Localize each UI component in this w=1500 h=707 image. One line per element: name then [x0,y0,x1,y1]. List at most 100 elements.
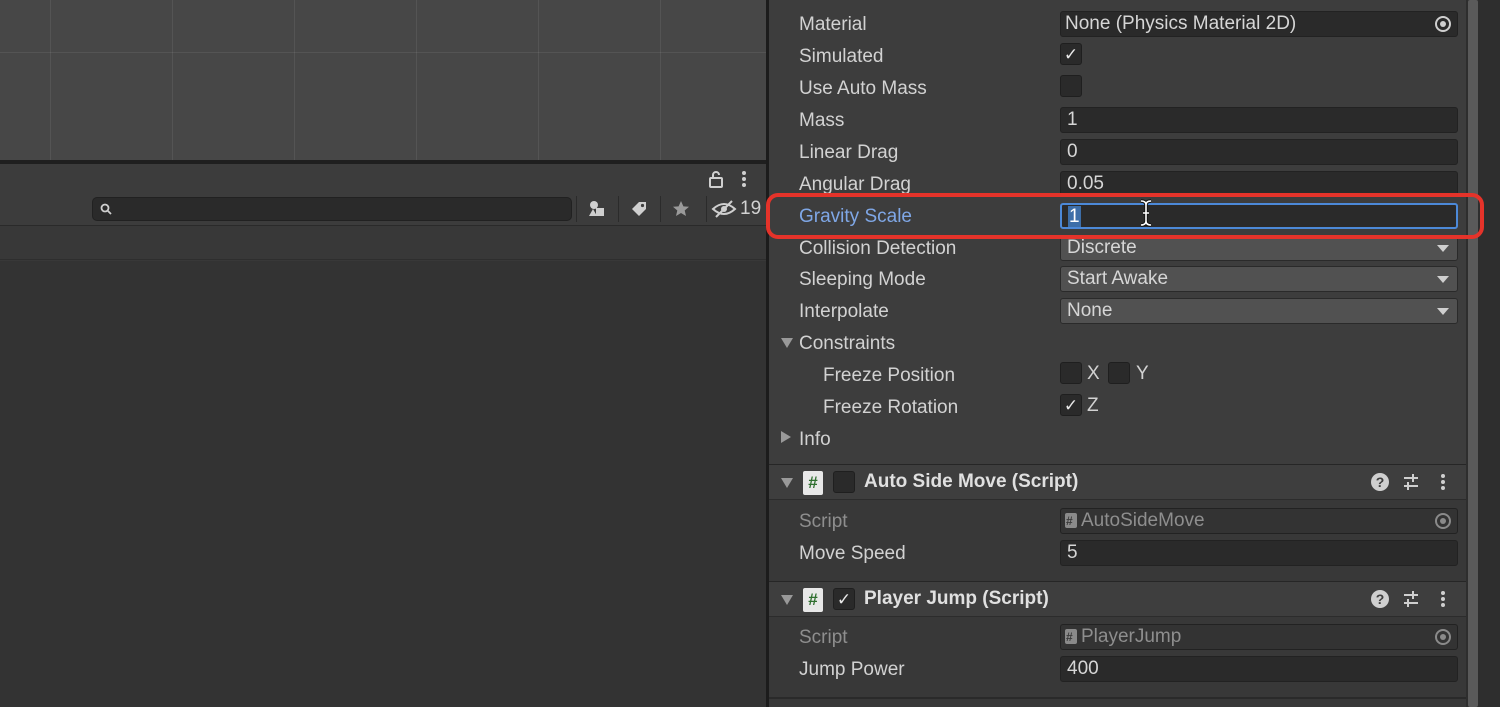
player-jump-header[interactable]: # ✓ Player Jump (Script) ? [769,581,1466,617]
script-icon: # [803,588,823,612]
inspector-scrollbar[interactable] [1466,0,1500,707]
material-field[interactable]: None (Physics Material 2D) [1060,11,1458,37]
player-jump-enable-checkbox[interactable]: ✓ [833,588,855,610]
use-auto-mass-checkbox[interactable] [1060,75,1082,97]
linear-drag-field[interactable]: 0 [1060,139,1458,165]
presets-icon[interactable] [1401,472,1421,492]
checkmark-icon: ✓ [1063,395,1079,415]
freeze-position-row: Freeze Position X Y [769,362,1466,390]
gravity-scale-value: 1 [1068,206,1081,227]
script-icon: # [803,471,823,495]
text-cursor-icon [1140,199,1152,227]
freeze-position-y-label: Y [1136,363,1149,384]
checkmark-icon: ✓ [1063,44,1079,64]
dropdown-arrow-icon [1437,245,1449,252]
foldout-arrow-icon[interactable] [781,595,793,605]
object-picker-icon [1435,629,1451,645]
foldout-arrow-icon[interactable] [781,338,793,348]
sleeping-mode-value: Start Awake [1067,268,1169,289]
angular-drag-label: Angular Drag [799,174,911,195]
auto-side-move-header[interactable]: # Auto Side Move (Script) ? [769,464,1466,500]
constraints-foldout[interactable]: Constraints [769,330,1466,358]
angular-drag-row: Angular Drag 0.05 [769,171,1466,199]
component-title: Auto Side Move (Script) [864,471,1079,492]
script-asset-icon [1065,625,1077,649]
auto-side-move-enable-checkbox[interactable] [833,471,855,493]
label-icon [631,202,646,216]
help-icon[interactable]: ? [1371,590,1389,608]
mass-row: Mass 1 [769,107,1466,135]
search-icon [100,203,112,215]
mass-label: Mass [799,110,845,131]
foldout-arrow-icon[interactable] [781,431,791,443]
dropdown-arrow-icon [1437,308,1449,315]
project-assets-area[interactable] [0,261,766,707]
more-options-icon[interactable] [1433,589,1453,609]
gravity-scale-field[interactable]: 1 [1060,203,1458,229]
dropdown-arrow-icon [1437,276,1449,283]
use-auto-mass-label: Use Auto Mass [799,78,927,99]
collision-detection-dropdown[interactable]: Discrete [1060,235,1458,261]
freeze-position-x-label: X [1087,363,1100,384]
project-toolbar: 19 [0,192,766,226]
jump-power-row: Jump Power 400 [769,656,1466,684]
filter-type-icon [588,201,604,216]
object-picker-icon[interactable] [1435,16,1451,32]
script-field: AutoSideMove [1060,508,1458,534]
linear-drag-row: Linear Drag 0 [769,139,1466,167]
collision-detection-row: Collision Detection Discrete [769,235,1466,263]
script-field: PlayerJump [1060,624,1458,650]
hidden-count-label: 19 [740,198,762,219]
simulated-row: Simulated ✓ [769,43,1466,71]
interpolate-value: None [1067,300,1113,321]
freeze-rotation-z-checkbox[interactable]: ✓ [1060,394,1082,416]
info-foldout[interactable]: Info [769,426,1466,454]
freeze-position-x-checkbox[interactable] [1060,362,1082,384]
move-speed-field[interactable]: 5 [1060,540,1458,566]
freeze-rotation-z-label: Z [1087,395,1099,416]
foldout-arrow-icon[interactable] [781,478,793,488]
freeze-rotation-row: Freeze Rotation ✓ Z [769,394,1466,422]
hidden-packages-toggle[interactable]: 19 [706,196,761,222]
jump-power-field[interactable]: 400 [1060,656,1458,682]
lock-icon[interactable] [706,169,726,189]
sleeping-mode-dropdown[interactable]: Start Awake [1060,266,1458,292]
search-input[interactable] [117,198,567,220]
search-by-type-button[interactable] [576,196,616,222]
auto-side-move-body: Script AutoSideMove Move Speed 5 [769,500,1466,582]
collision-detection-value: Discrete [1067,237,1137,258]
scrollbar-thumb[interactable] [1468,0,1478,707]
move-speed-label: Move Speed [799,543,906,564]
info-label: Info [799,429,831,450]
component-title: Player Jump (Script) [864,588,1049,609]
freeze-position-y-checkbox[interactable] [1108,362,1130,384]
script-value: AutoSideMove [1081,510,1205,531]
search-by-label-button[interactable] [618,196,658,222]
player-jump-body: Script PlayerJump Jump Power 400 [769,617,1466,707]
gravity-scale-row: Gravity Scale 1 [769,203,1466,231]
interpolate-dropdown[interactable]: None [1060,298,1458,324]
gravity-scale-label: Gravity Scale [799,206,912,227]
interpolate-label: Interpolate [799,301,889,322]
help-icon[interactable]: ? [1371,473,1389,491]
script-row: Script AutoSideMove [769,508,1466,536]
project-search-field[interactable] [92,197,572,221]
collision-detection-label: Collision Detection [799,238,957,259]
more-options-icon[interactable] [734,169,754,189]
linear-drag-label: Linear Drag [799,142,899,163]
presets-icon[interactable] [1401,589,1421,609]
object-picker-icon [1435,513,1451,529]
scene-view[interactable] [0,0,766,160]
simulated-label: Simulated [799,46,884,67]
favorites-button[interactable] [660,196,700,222]
script-asset-icon [1065,509,1077,533]
simulated-checkbox[interactable]: ✓ [1060,43,1082,65]
angular-drag-field[interactable]: 0.05 [1060,171,1458,197]
sleeping-mode-row: Sleeping Mode Start Awake [769,266,1466,294]
more-options-icon[interactable] [1433,472,1453,492]
mass-field[interactable]: 1 [1060,107,1458,133]
project-window-header [0,164,766,192]
inspector-panel: Material None (Physics Material 2D) Simu… [769,0,1466,707]
checkmark-icon: ✓ [836,589,852,609]
material-value: None (Physics Material 2D) [1065,13,1297,34]
